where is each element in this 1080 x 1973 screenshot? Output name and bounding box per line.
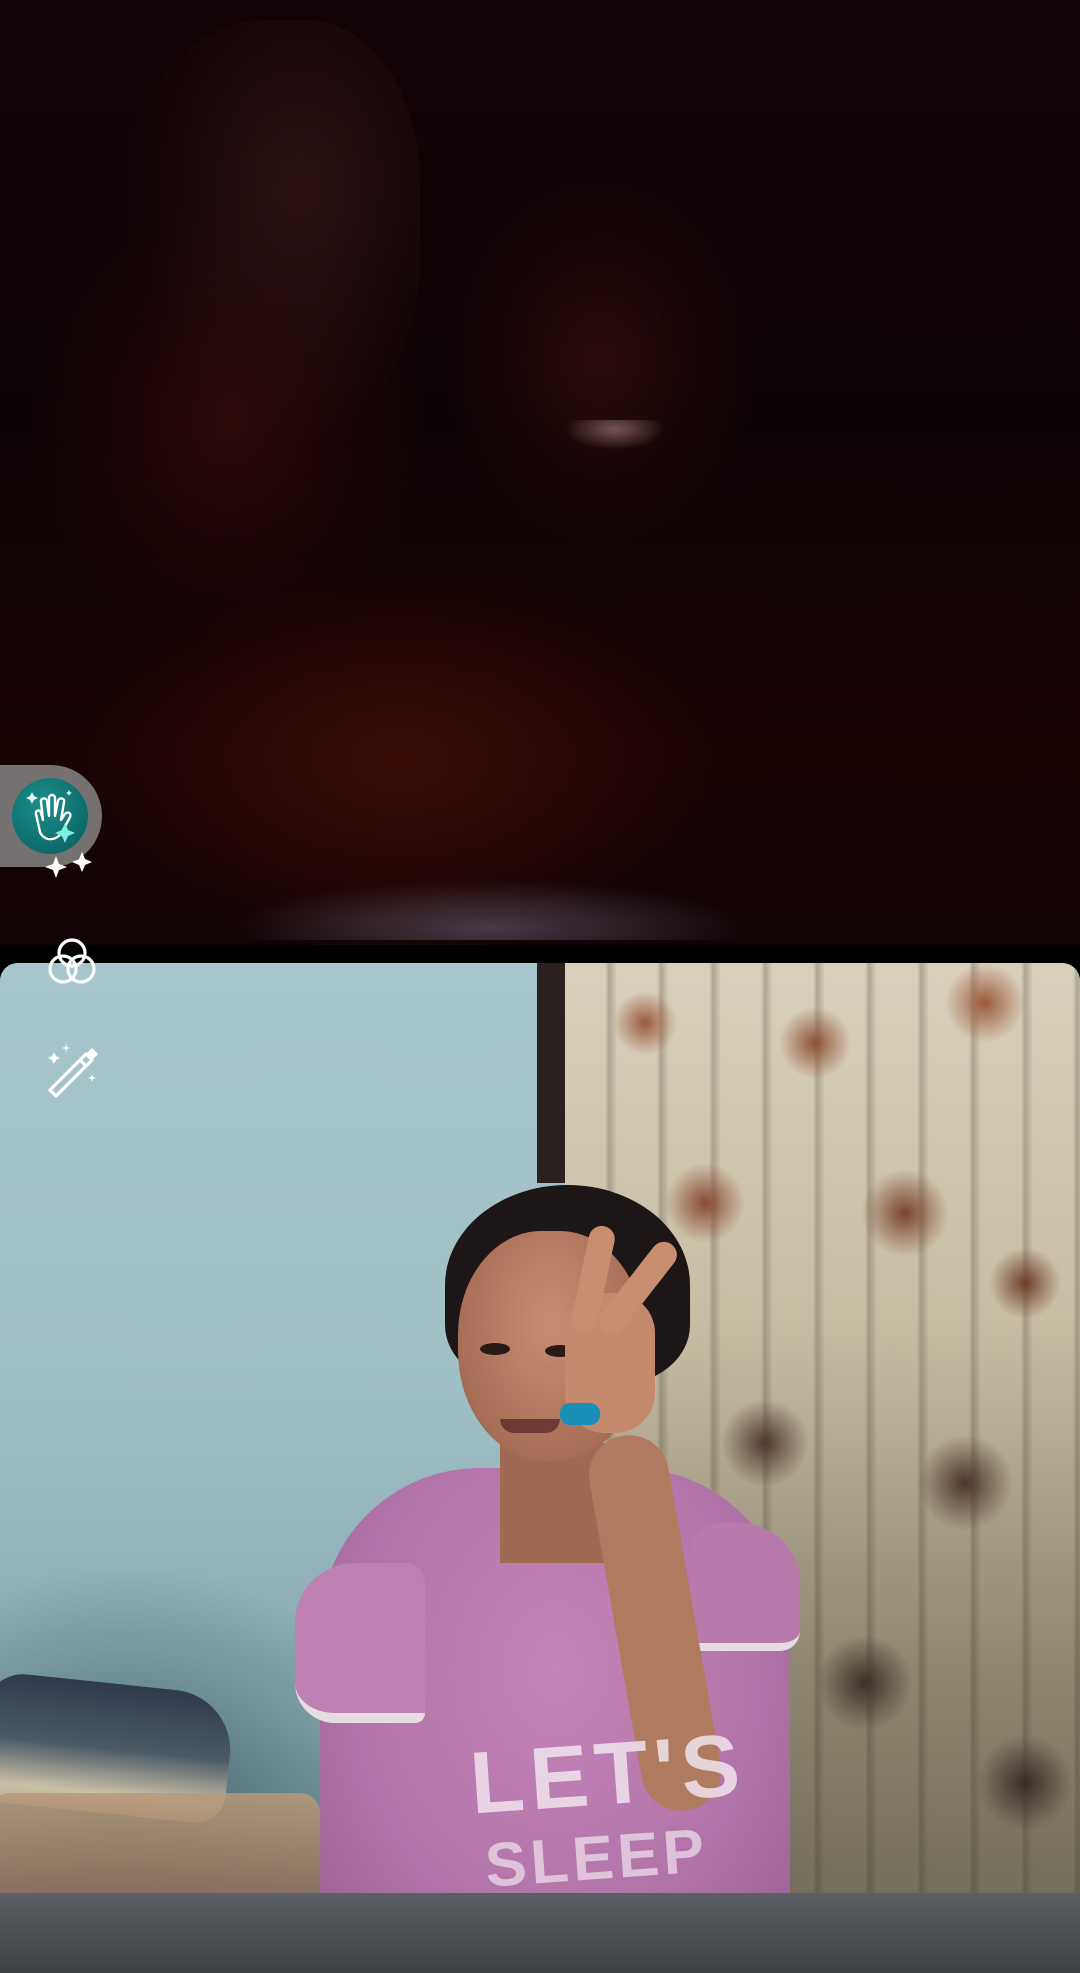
waving-hand-icon[interactable] — [22, 786, 82, 846]
door-frame — [537, 963, 567, 1183]
remote-smile-shape — [565, 420, 665, 450]
blanket — [0, 1893, 1080, 1973]
filters-icon[interactable] — [42, 933, 102, 993]
video-call-screen: LET'S SLEEP — [0, 0, 1080, 1973]
pillow-lower — [0, 1793, 320, 1903]
local-video-feed[interactable]: LET'S SLEEP — [0, 963, 1080, 1973]
person-left-eye — [480, 1343, 510, 1355]
person-left-sleeve — [295, 1563, 425, 1723]
person-mouth — [500, 1419, 560, 1433]
remote-video-feed[interactable] — [0, 0, 1080, 945]
sparkle-icon — [45, 852, 92, 878]
magic-wand-icon[interactable] — [42, 1040, 102, 1100]
shirt-print-line1: LET'S — [466, 1714, 749, 1833]
person-nails — [560, 1403, 600, 1425]
remote-hood-shape — [120, 20, 420, 440]
person-right-sleeve — [690, 1523, 800, 1651]
remote-shirt-shape — [230, 880, 750, 940]
